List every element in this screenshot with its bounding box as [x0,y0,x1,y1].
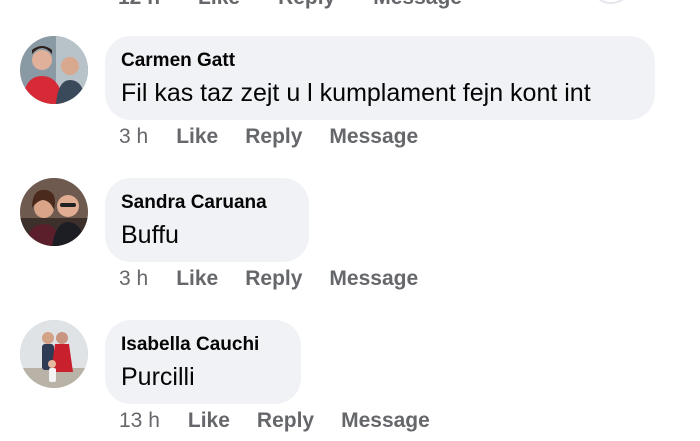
comment-actions: 3 h Like Reply Message [119,125,445,149]
comment-bubble[interactable]: Sandra Caruana Buffu [105,178,309,262]
comment-bubble[interactable]: Carmen Gatt Fil kas taz zejt u l kumplam… [105,36,655,120]
comment-text: Purcilli [121,363,195,391]
avatar[interactable] [20,178,88,246]
comment-author[interactable]: Sandra Caruana [121,191,293,215]
comment-time[interactable]: 13 h [119,409,160,433]
reply-button[interactable]: Reply [257,409,314,433]
message-button[interactable]: Message [329,267,418,291]
comment-author[interactable]: Isabella Cauchi [121,333,285,357]
comment-bubble[interactable]: Isabella Cauchi Purcilli [105,320,301,404]
comment-text: Fil kas taz zejt u l kumplament fejn kon… [121,79,591,107]
reaction-badge-partial [590,0,632,4]
avatar[interactable] [20,320,88,388]
avatar-photo [20,36,88,104]
message-button[interactable]: Message [329,125,418,149]
avatar[interactable] [20,36,88,104]
message-button[interactable]: Message [373,0,462,9]
reply-button[interactable]: Reply [278,0,335,9]
comment-time[interactable]: 3 h [119,267,148,291]
comment-text: Buffu [121,221,179,249]
like-button[interactable]: Like [176,125,218,149]
reply-button[interactable]: Reply [245,125,302,149]
like-button[interactable]: Like [176,267,218,291]
like-button[interactable]: Like [198,0,240,9]
avatar-photo [20,178,88,246]
comment-time: 12 h [118,0,160,9]
previous-comment-actions: 12 h Like Reply Message [118,0,462,9]
avatar-photo [20,320,88,388]
message-button[interactable]: Message [341,409,430,433]
reply-button[interactable]: Reply [245,267,302,291]
comment-actions: 13 h Like Reply Message [119,409,457,433]
comment-author[interactable]: Carmen Gatt [121,49,639,73]
like-button[interactable]: Like [188,409,230,433]
comment-actions: 3 h Like Reply Message [119,267,445,291]
comment-time[interactable]: 3 h [119,125,148,149]
